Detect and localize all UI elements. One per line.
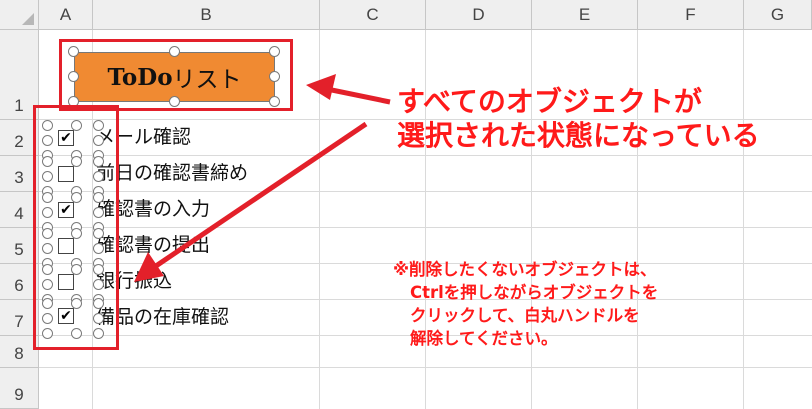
annotation-line-1: すべてのオブジェクトが <box>397 85 702 118</box>
note-line-4: 解除してください。 <box>410 329 558 348</box>
annotation-arrows <box>134 74 391 282</box>
note-line-1: ※削除したくないオブジェクトは、 <box>393 260 657 279</box>
arrow-to-checkboxes-icon <box>134 121 368 282</box>
arrow-to-title-icon <box>306 74 391 105</box>
note-line-3: クリックして、白丸ハンドルを <box>410 306 640 325</box>
note-line-2: Ctrlを押しながらオブジェクトを <box>410 283 659 302</box>
annotation-line-2: 選択された状態になっている <box>397 119 760 152</box>
